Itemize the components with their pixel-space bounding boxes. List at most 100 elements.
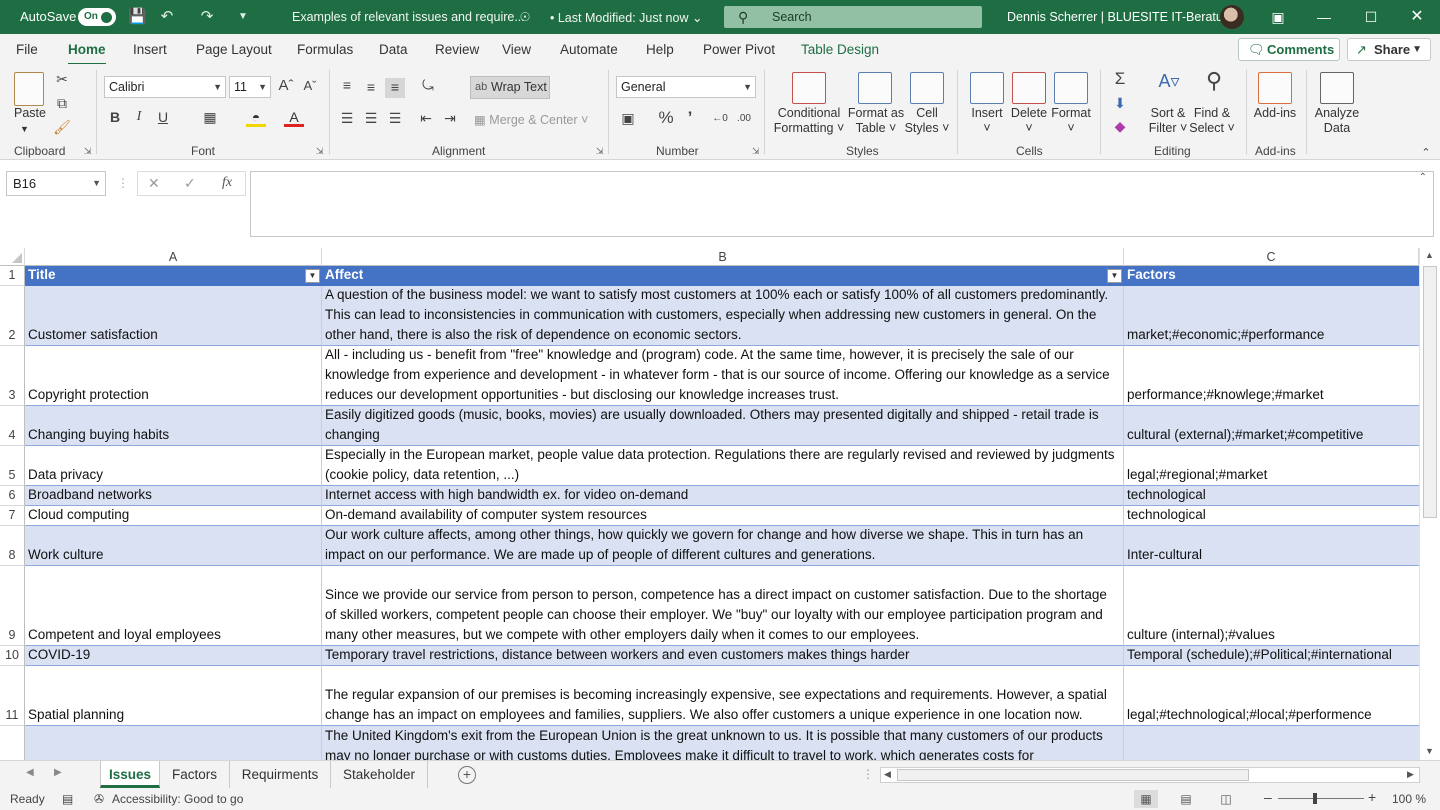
table-cell[interactable]: All - including us - benefit from "free"… bbox=[322, 346, 1124, 406]
insert-cells-button[interactable]: Insert ˅ bbox=[966, 106, 1008, 136]
tab-split-grip-icon[interactable]: ⋮ bbox=[862, 767, 874, 781]
alignment-launcher-icon[interactable]: ⇲ bbox=[596, 146, 604, 157]
page-break-view-icon[interactable]: ◫ bbox=[1214, 790, 1238, 808]
row-header[interactable]: 9 bbox=[0, 566, 25, 646]
table-cell[interactable]: technological bbox=[1124, 486, 1419, 506]
table-cell[interactable]: legal;#regional;#market bbox=[1124, 446, 1419, 486]
format-cells-icon[interactable] bbox=[1054, 72, 1088, 104]
table-header-cell[interactable]: Title bbox=[25, 266, 322, 286]
row-header[interactable]: 10 bbox=[0, 646, 25, 666]
align-center-icon[interactable]: ☰ bbox=[361, 109, 381, 129]
copy-icon[interactable]: ⧉ bbox=[52, 94, 72, 114]
bold-icon[interactable]: B bbox=[105, 108, 125, 128]
tab-power-pivot[interactable]: Power Pivot bbox=[703, 42, 775, 57]
table-cell[interactable]: Easily digitized goods (music, books, mo… bbox=[322, 406, 1124, 446]
analyze-data-button[interactable]: Analyze Data bbox=[1310, 106, 1364, 136]
comma-style-icon[interactable]: ’ bbox=[680, 109, 700, 129]
underline-icon[interactable]: U bbox=[153, 108, 173, 128]
share-button[interactable]: ↗ Share ▼ bbox=[1347, 38, 1431, 61]
table-cell[interactable]: Competent and loyal employees bbox=[25, 566, 322, 646]
next-sheet-icon[interactable]: ▶ bbox=[54, 767, 62, 778]
row-header[interactable]: 3 bbox=[0, 346, 25, 406]
find-select-button[interactable]: Find & Select ˅ bbox=[1188, 106, 1236, 136]
accounting-format-icon[interactable]: ▣ bbox=[618, 109, 638, 129]
font-name-select[interactable]: Calibri ▼ bbox=[104, 76, 226, 98]
table-cell[interactable]: Especially in the European market, peopl… bbox=[322, 446, 1124, 486]
table-header-cell[interactable]: Affect bbox=[322, 266, 1124, 286]
tab-table-design[interactable]: Table Design bbox=[801, 42, 879, 57]
decrease-decimal-icon[interactable]: .00 bbox=[734, 110, 754, 130]
zoom-out-icon[interactable]: – bbox=[1264, 789, 1272, 805]
table-cell[interactable]: Temporal (schedule);#Political;#internat… bbox=[1124, 646, 1419, 666]
table-cell[interactable]: performance;#knowlege;#market bbox=[1124, 346, 1419, 406]
column-header-a[interactable]: A bbox=[25, 248, 322, 266]
number-launcher-icon[interactable]: ⇲ bbox=[752, 146, 760, 157]
format-as-table-button[interactable]: Format as Table ˅ bbox=[846, 106, 906, 136]
table-cell[interactable]: Internet access with high bandwidth ex. … bbox=[322, 486, 1124, 506]
normal-view-icon[interactable]: ▦ bbox=[1134, 790, 1158, 808]
analyze-data-icon[interactable] bbox=[1320, 72, 1354, 104]
align-right-icon[interactable]: ☰ bbox=[385, 109, 405, 129]
filter-dropdown-icon[interactable]: ▼ bbox=[1107, 269, 1122, 283]
number-format-select[interactable]: General ▼ bbox=[616, 76, 756, 98]
avatar[interactable] bbox=[1220, 5, 1244, 29]
sheet-tab-stakeholder[interactable]: Stakeholder bbox=[331, 761, 428, 788]
tab-file[interactable]: File bbox=[16, 42, 38, 57]
sheet-tab-requirments[interactable]: Requirments bbox=[230, 761, 331, 788]
row-header[interactable]: 1 bbox=[0, 266, 25, 286]
paste-dropdown-icon[interactable]: ▼ bbox=[20, 122, 29, 137]
row-header[interactable]: 11 bbox=[0, 666, 25, 726]
italic-icon[interactable]: I bbox=[129, 108, 149, 128]
format-cells-button[interactable]: Format ˅ bbox=[1048, 106, 1094, 136]
sort-filter-button[interactable]: Sort & Filter ˅ bbox=[1146, 106, 1190, 136]
accessibility-icon[interactable]: ✇ bbox=[94, 792, 104, 806]
accessibility-status[interactable]: Accessibility: Good to go bbox=[112, 792, 243, 806]
font-size-select[interactable]: 11 ▼ bbox=[229, 76, 271, 98]
column-header-b[interactable]: B bbox=[322, 248, 1124, 266]
formula-input[interactable]: ⌃ bbox=[250, 171, 1434, 237]
table-cell[interactable]: Data privacy bbox=[25, 446, 322, 486]
paste-button[interactable]: Paste bbox=[14, 106, 46, 121]
table-header-cell[interactable]: Factors bbox=[1124, 266, 1419, 286]
table-cell[interactable]: The United Kingdom's exit from the Europ… bbox=[322, 726, 1124, 760]
table-cell[interactable]: Inter-cultural bbox=[1124, 526, 1419, 566]
close-icon[interactable]: ✕ bbox=[1407, 8, 1427, 26]
sheet-tab-factors[interactable]: Factors bbox=[160, 761, 230, 788]
table-cell[interactable]: cultural (external);#market;#competitive bbox=[1124, 406, 1419, 446]
table-cell[interactable] bbox=[1124, 726, 1419, 760]
zoom-level[interactable]: 100 % bbox=[1392, 792, 1426, 806]
tab-insert[interactable]: Insert bbox=[133, 42, 167, 57]
sheet-tab-issues[interactable]: Issues bbox=[100, 761, 160, 788]
cancel-icon[interactable]: ✕ bbox=[148, 175, 160, 192]
autosum-icon[interactable]: Σ bbox=[1110, 70, 1130, 90]
table-cell[interactable]: legal;#technological;#local;#performence bbox=[1124, 666, 1419, 726]
table-cell[interactable]: Cloud computing bbox=[25, 506, 322, 526]
page-layout-view-icon[interactable]: ▤ bbox=[1174, 790, 1198, 808]
cut-icon[interactable]: ✂ bbox=[52, 70, 72, 90]
fill-color-icon[interactable]: ◓ bbox=[246, 108, 266, 127]
table-cell[interactable]: culture (internal);#values bbox=[1124, 566, 1419, 646]
decrease-font-icon[interactable]: Aˇ bbox=[300, 77, 320, 97]
enter-icon[interactable]: ✓ bbox=[184, 175, 196, 192]
row-header[interactable]: 5 bbox=[0, 446, 25, 486]
row-header[interactable]: 7 bbox=[0, 506, 25, 526]
chevron-up-icon[interactable]: ⌃ bbox=[1419, 172, 1427, 183]
zoom-slider-track[interactable] bbox=[1278, 798, 1364, 799]
minimize-icon[interactable]: — bbox=[1314, 8, 1334, 26]
cell-styles-button[interactable]: Cell Styles ˅ bbox=[904, 106, 950, 136]
document-title[interactable]: Examples of relevant issues and require.… bbox=[292, 10, 525, 24]
select-all-corner[interactable] bbox=[0, 248, 25, 266]
table-cell[interactable]: Work culture bbox=[25, 526, 322, 566]
tab-page-layout[interactable]: Page Layout bbox=[196, 42, 272, 57]
format-as-table-icon[interactable] bbox=[858, 72, 892, 104]
paste-icon[interactable] bbox=[14, 72, 44, 106]
table-cell[interactable]: A question of the business model: we wan… bbox=[322, 286, 1124, 346]
increase-font-icon[interactable]: Aˆ bbox=[276, 77, 296, 97]
fill-icon[interactable]: ⬇ bbox=[1110, 94, 1130, 114]
align-top-icon[interactable]: ≡ bbox=[337, 76, 357, 96]
table-cell[interactable]: technological bbox=[1124, 506, 1419, 526]
last-modified[interactable]: • Last Modified: Just now ⌄ bbox=[550, 10, 702, 25]
table-cell[interactable]: Customer satisfaction bbox=[25, 286, 322, 346]
row-header[interactable] bbox=[0, 726, 25, 760]
previous-sheet-icon[interactable]: ◀ bbox=[26, 767, 34, 778]
